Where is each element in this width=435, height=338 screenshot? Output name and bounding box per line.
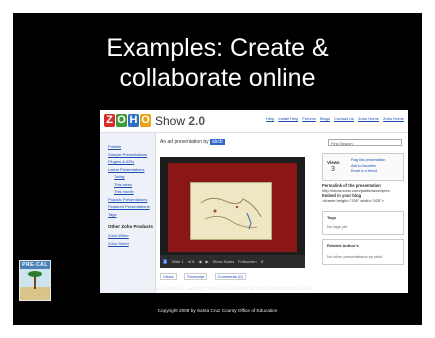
tab-comments[interactable]: Comments (0) xyxy=(214,273,246,280)
zoho-show-logo[interactable]: Z O H O Show 2.0 xyxy=(104,113,205,128)
presentation-options: Flag this presentation Add to favorites … xyxy=(351,158,385,175)
top-link-install-help[interactable]: Install Help xyxy=(278,116,298,121)
map-image xyxy=(190,182,272,240)
prev-icon[interactable]: ◀ xyxy=(198,259,201,264)
tags-value: No tags yet xyxy=(327,224,348,229)
views-label: Views xyxy=(327,160,340,165)
related-header[interactable]: Related Author's xyxy=(327,243,403,248)
tags-box: Tags No tags yet xyxy=(322,211,404,235)
screenshot-right-panel: Find Search Views 3 Flag this presentati… xyxy=(320,133,406,293)
map-drawing xyxy=(200,197,262,230)
top-link-blogs[interactable]: Blogs xyxy=(320,116,330,121)
tags-label: Tags xyxy=(327,215,337,220)
slide-title: Examples: Create & collaborate online xyxy=(13,33,422,93)
sidebar-item-publish[interactable]: Publish xyxy=(108,143,155,151)
screenshot-main: An ad presentation by sbcb Z Slide 1 of … xyxy=(158,133,318,293)
top-link-contact[interactable]: Contact Us xyxy=(334,116,354,121)
screenshot-sidebar: Publish Sample Presentations Plugins & A… xyxy=(100,133,156,293)
screenshot-header: Z O H O Show 2.0 Help Install Help Forum… xyxy=(100,110,408,133)
viewer-controls: Z Slide 1 of 5 ◀ ▶ Show Notes Fullscreen… xyxy=(160,255,305,268)
show-notes-button[interactable]: Show Notes xyxy=(213,259,235,264)
slide-viewer[interactable]: Z Slide 1 of 5 ◀ ▶ Show Notes Fullscreen… xyxy=(160,157,305,268)
email-option[interactable]: Email to a friend xyxy=(351,169,385,175)
close-icon[interactable]: ✕ xyxy=(261,259,264,264)
flag-option[interactable]: Flag this presentation xyxy=(351,158,385,164)
next-icon[interactable]: ▶ xyxy=(205,259,208,264)
copyright-text: Copyright 2008 by Santa Cruz County Offi… xyxy=(157,308,278,313)
slide-number[interactable]: Slide 1 xyxy=(171,259,183,264)
logo-letter-o: O xyxy=(116,114,127,127)
tab-views[interactable]: Views xyxy=(160,273,177,280)
permalink-section: Permalink of the presentation http://sho… xyxy=(322,183,404,203)
presentation-tabs: Views Transcript Comments (0) xyxy=(160,273,252,280)
top-link-zoho-home[interactable]: Zoho Home xyxy=(358,116,379,121)
slide-preview-image xyxy=(168,163,297,252)
logo-letter-h: H xyxy=(128,114,139,127)
zoho-show-screenshot: Z O H O Show 2.0 Help Install Help Forum… xyxy=(100,110,408,293)
related-box: Related Author's No other presentations … xyxy=(322,239,404,265)
sidebar-item-this-week[interactable]: This week xyxy=(114,181,155,189)
slide-total: of 5 xyxy=(187,259,195,264)
sidebar-item-this-month[interactable]: This month xyxy=(114,188,155,196)
sidebar-item-tags[interactable]: Tags xyxy=(108,211,155,219)
sidebar-item-today[interactable]: Today xyxy=(114,173,155,181)
fullscreen-button[interactable]: Fullscreen xyxy=(238,259,256,264)
logo-version: 2.0 xyxy=(188,113,206,128)
sidebar-item-plugins[interactable]: Plugins & APIs xyxy=(108,158,155,166)
logo-product-name: Show 2.0 xyxy=(155,114,205,128)
tab-transcript[interactable]: Transcript xyxy=(183,273,208,280)
sidebar-item-latest[interactable]: Latest Presentations xyxy=(108,166,155,174)
views-count: 3 xyxy=(331,166,335,173)
presentation-title-prefix: An ad presentation by xyxy=(160,139,209,145)
sidebar-item-featured[interactable]: Featured Presentations xyxy=(108,203,155,211)
slide-title-line-2: collaborate online xyxy=(119,64,316,92)
zoho-mini-logo: Z xyxy=(163,259,168,264)
sidebar-item-popular[interactable]: Popular Presentations xyxy=(108,196,155,204)
presentation-owner[interactable]: sbcb xyxy=(210,139,225,145)
slide-background: Examples: Create & collaborate online Z … xyxy=(13,13,422,325)
views-box: Views 3 Flag this presentation Add to fa… xyxy=(322,153,404,181)
search-input[interactable]: Find Search xyxy=(328,139,402,146)
logo-letter-o2: O xyxy=(140,114,151,127)
sidebar-section-header: Other Zoho Products xyxy=(108,224,153,229)
embed-code[interactable]: <iframe height="335" width="425"> xyxy=(322,198,404,203)
pre-cal-book-icon: PRE-CAL xyxy=(19,260,51,301)
sidebar-item-samples[interactable]: Sample Presentations xyxy=(108,151,155,159)
logo-product: Show xyxy=(155,113,186,128)
top-link-zoho-home-2[interactable]: Zoho Home xyxy=(383,116,404,121)
top-nav-links: Help Install Help Forums Blogs Contact U… xyxy=(263,116,404,121)
top-link-forums[interactable]: Forums xyxy=(302,116,316,121)
citation-text: Pre-Cal 40S Solution Manual, Jan 2007. R… xyxy=(123,286,312,291)
top-link-help[interactable]: Help xyxy=(266,116,274,121)
sidebar-item-sheet[interactable]: Zoho Sheet xyxy=(108,240,155,248)
slide-title-line-1: Examples: Create & xyxy=(106,34,329,62)
pre-cal-logo-text: PRE-CAL xyxy=(20,261,50,269)
sidebar-item-writer[interactable]: Zoho Writer xyxy=(108,232,155,240)
logo-letter-z: Z xyxy=(104,114,115,127)
presentation-title: An ad presentation by sbcb xyxy=(160,139,318,145)
palm-leaves-icon xyxy=(28,271,42,277)
related-body: No other presentations by sbcb xyxy=(327,254,383,259)
